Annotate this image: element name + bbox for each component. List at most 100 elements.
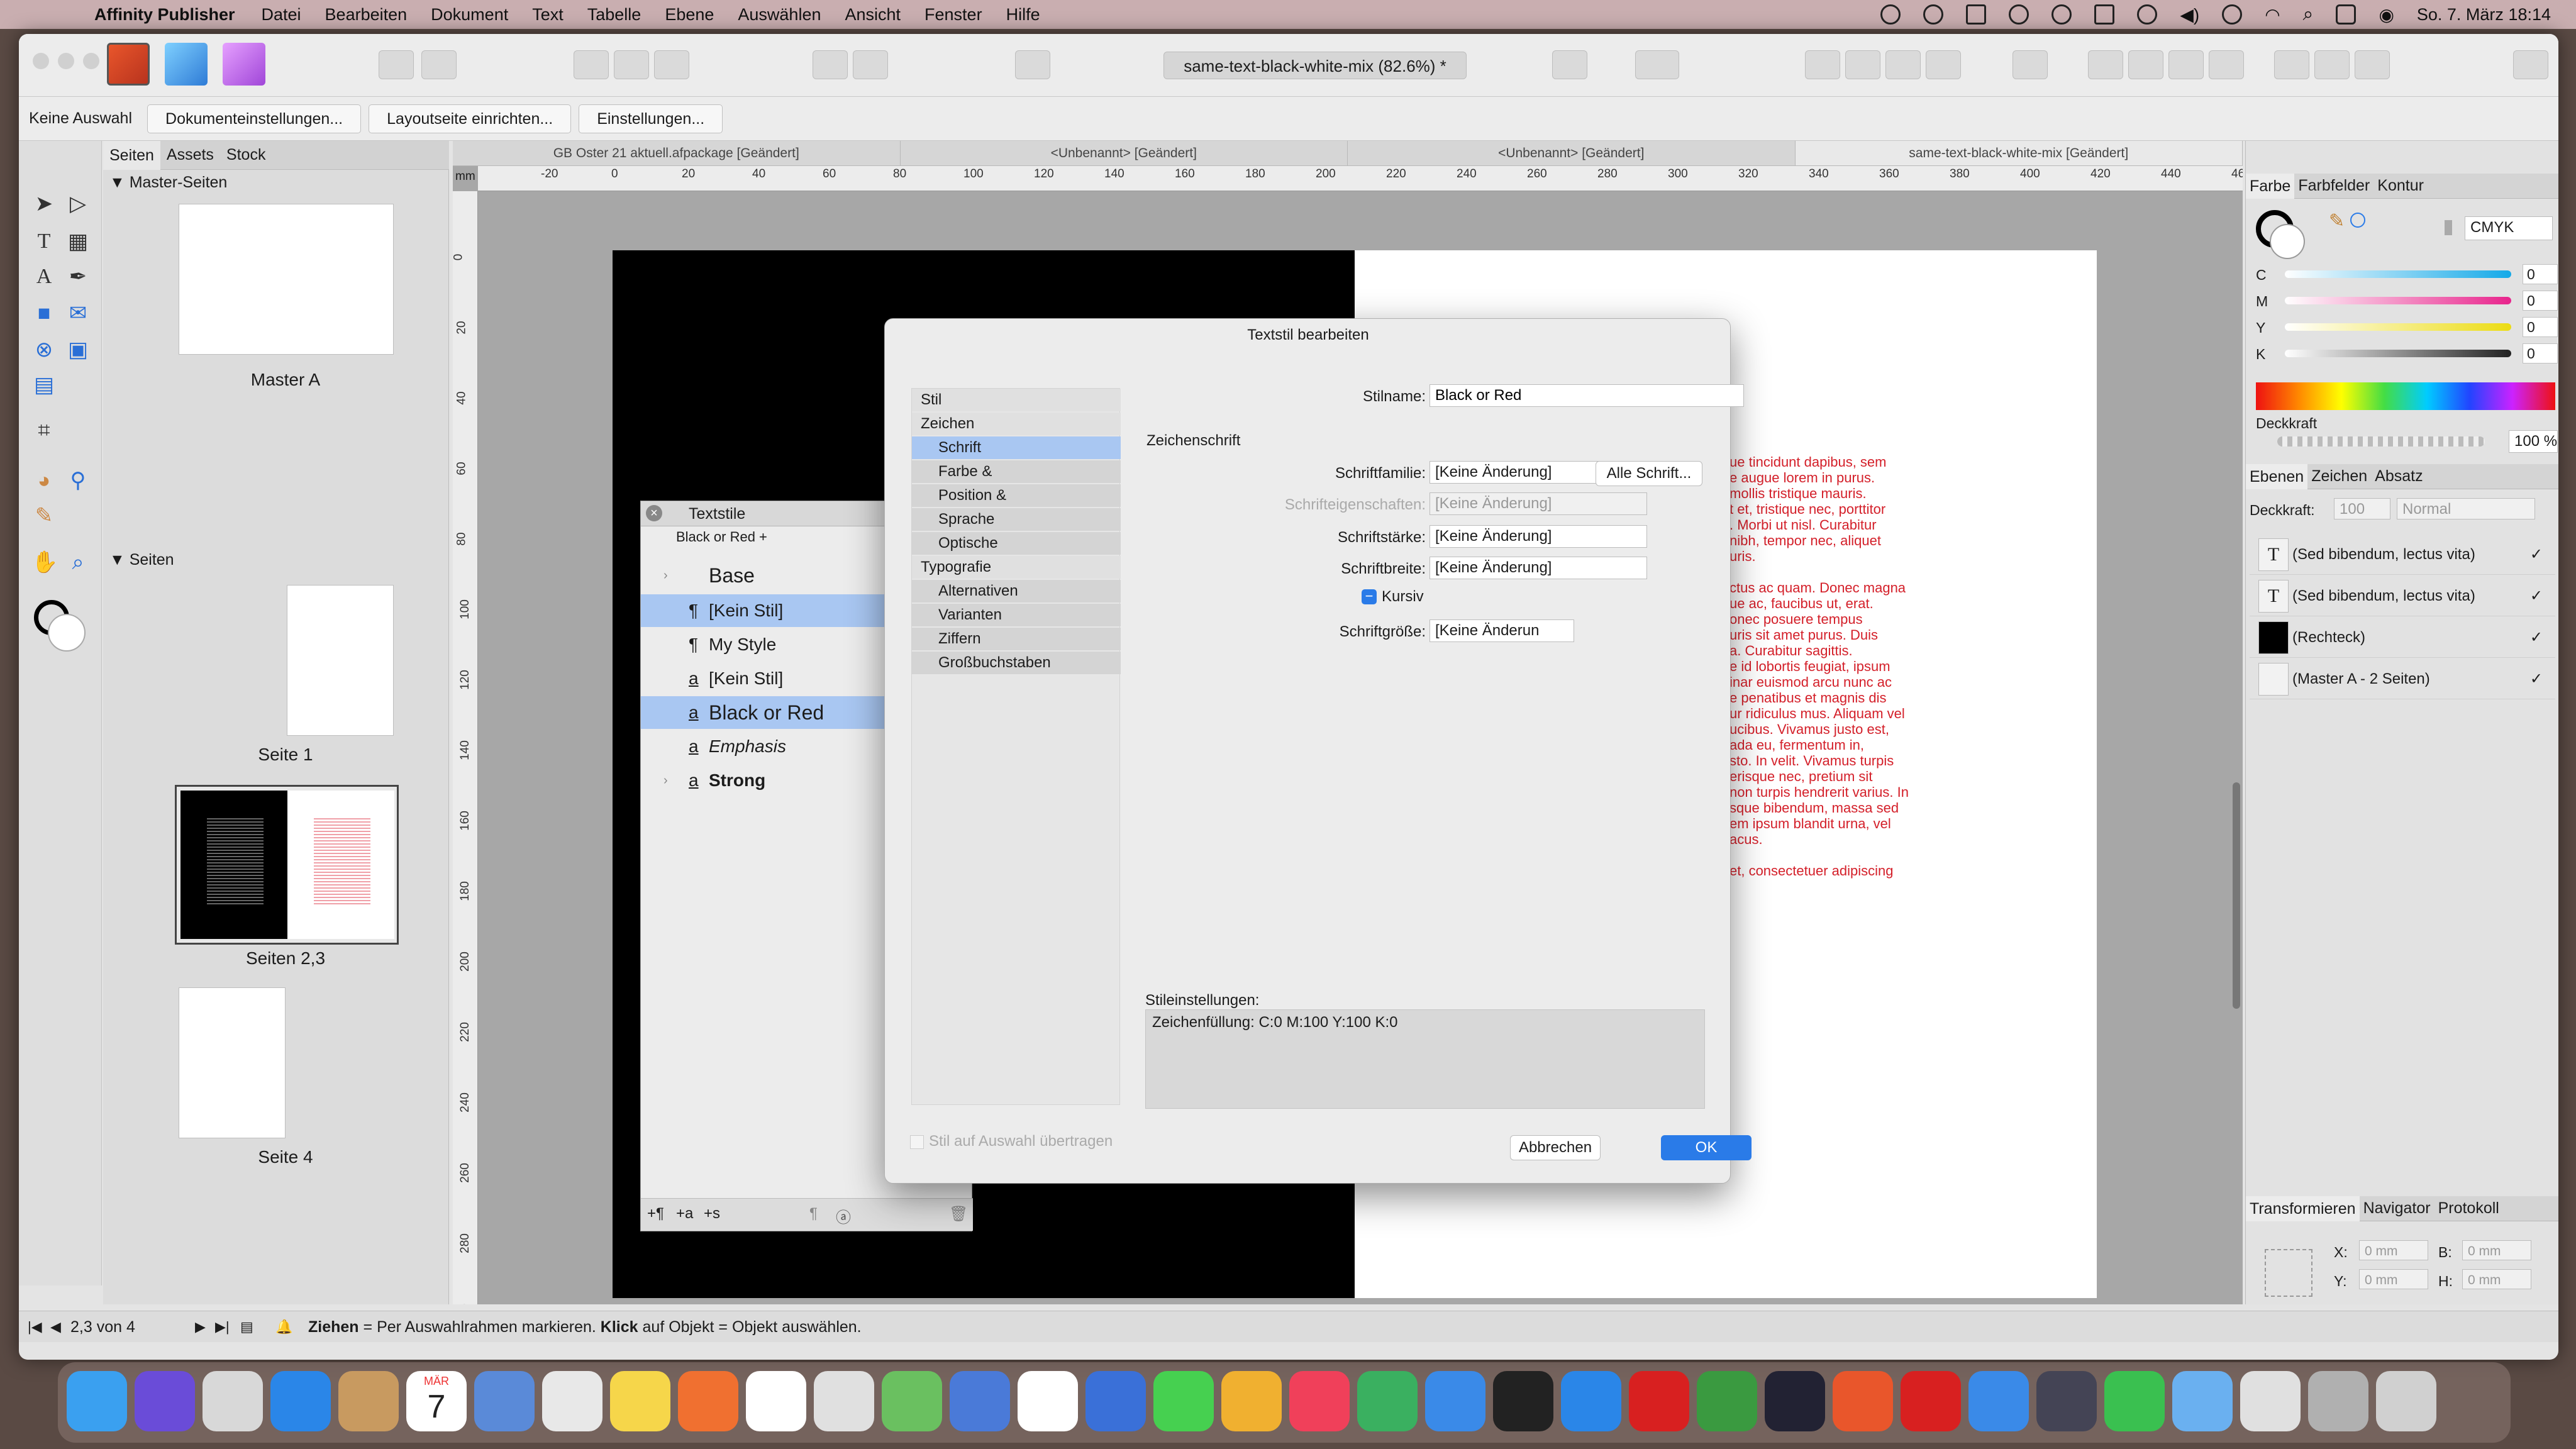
- all-fonts-button[interactable]: Alle Schrift...: [1596, 461, 1702, 486]
- volume-icon[interactable]: ◀): [2180, 4, 2199, 25]
- doc-tab-3[interactable]: <Unbenannt> [Geändert]: [1348, 141, 1796, 165]
- visibility-checkbox[interactable]: ✓: [2530, 576, 2543, 616]
- system-preferences-icon[interactable]: [1085, 1371, 1146, 1431]
- menu-tabelle[interactable]: Tabelle: [587, 5, 641, 25]
- zoom-tool-icon[interactable]: ⌕: [65, 550, 91, 575]
- category-item[interactable]: Stil: [912, 389, 1121, 411]
- xcode-icon[interactable]: [2240, 1371, 2301, 1431]
- publisher-p-icon[interactable]: [1697, 1371, 1757, 1431]
- style-emphasis[interactable]: Emphasis: [709, 730, 786, 763]
- cancel-button[interactable]: Abbrechen: [1510, 1135, 1601, 1160]
- flip-h-icon[interactable]: [2088, 50, 2123, 79]
- tab-seiten[interactable]: Seiten: [103, 140, 160, 170]
- next-page-icon[interactable]: ▶: [195, 1311, 206, 1343]
- paragraph-filter-icon[interactable]: ¶: [809, 1205, 818, 1223]
- align-icon[interactable]: [1805, 50, 1840, 79]
- snapping-magnet-icon[interactable]: [1635, 50, 1679, 79]
- spread-2-3-thumbnail[interactable]: [175, 785, 399, 945]
- firefox-icon[interactable]: [678, 1371, 738, 1431]
- control-center-icon[interactable]: [2336, 4, 2357, 25]
- doc-tab-4[interactable]: same-text-black-white-mix [Geändert]: [1795, 141, 2243, 165]
- vertical-ruler[interactable]: 0204060801001201401601802002202402602803…: [453, 191, 478, 1304]
- account-icon[interactable]: [2513, 50, 2548, 79]
- boolean-intersect-icon[interactable]: [2355, 50, 2390, 79]
- ok-button[interactable]: OK: [1661, 1135, 1752, 1160]
- app-menu[interactable]: Affinity Publisher: [94, 5, 235, 25]
- layer-opacity-input[interactable]: 100: [2334, 498, 2390, 519]
- arrange-front-icon[interactable]: [1845, 50, 1880, 79]
- maps-icon[interactable]: [882, 1371, 942, 1431]
- chevron-right-icon[interactable]: ›: [663, 764, 668, 797]
- height-input[interactable]: 0 mm: [2462, 1269, 2531, 1289]
- rotate-2-icon[interactable]: [2209, 50, 2244, 79]
- tab-farbfelder[interactable]: Farbfelder: [2294, 177, 2373, 195]
- arrange-icon[interactable]: [1926, 50, 1961, 79]
- arrange-back-icon[interactable]: [1885, 50, 1921, 79]
- status-drive-icon[interactable]: [2009, 4, 2029, 25]
- x-input[interactable]: 0 mm: [2359, 1240, 2428, 1260]
- page-indicator[interactable]: 2,3 von 4: [70, 1311, 135, 1343]
- channel-value[interactable]: 0: [2523, 317, 2558, 337]
- color-wheel-icon[interactable]: [2350, 213, 2365, 228]
- pages-icon[interactable]: [1221, 1371, 1282, 1431]
- font-size-select[interactable]: [Keine Änderun: [1430, 619, 1574, 642]
- view-mode-2-icon[interactable]: [614, 50, 649, 79]
- camera-icon[interactable]: [2036, 1371, 2097, 1431]
- window-close-button[interactable]: [33, 53, 49, 69]
- table-frame-tool-icon[interactable]: ▤: [31, 372, 57, 397]
- move-tool-icon[interactable]: ➤: [31, 191, 57, 216]
- music-icon[interactable]: [1289, 1371, 1350, 1431]
- page-4-thumbnail[interactable]: [179, 987, 286, 1138]
- keynote-icon[interactable]: [1425, 1371, 1485, 1431]
- red-text-frame[interactable]: ue tincidunt dapibus, sem e augue lorem i…: [1729, 454, 1943, 879]
- fill-swatch[interactable]: [2270, 224, 2305, 259]
- texts-icon[interactable]: [1629, 1371, 1689, 1431]
- master-a-thumbnail[interactable]: [179, 204, 394, 355]
- affinity-designer-icon[interactable]: [1765, 1371, 1825, 1431]
- menu-fenster[interactable]: Fenster: [924, 5, 982, 25]
- tab-farbe[interactable]: Farbe: [2246, 173, 2295, 199]
- font-weight-select[interactable]: [Keine Änderung]: [1430, 525, 1647, 548]
- flip-v-icon[interactable]: [2128, 50, 2163, 79]
- menu-text[interactable]: Text: [532, 5, 564, 25]
- style-kein-stil-character[interactable]: [Kein Stil]: [709, 662, 783, 695]
- wifi-icon[interactable]: ◠: [2265, 4, 2280, 25]
- pin-icon[interactable]: [813, 50, 848, 79]
- category-item[interactable]: Großbuchstaben: [912, 652, 1121, 674]
- style-strong[interactable]: Strong: [709, 764, 765, 797]
- safari-icon[interactable]: [270, 1371, 331, 1431]
- current-style[interactable]: Black or Red +: [676, 529, 767, 545]
- tab-kontur[interactable]: Kontur: [2373, 177, 2428, 195]
- opacity-slider[interactable]: [2277, 436, 2485, 447]
- new-group-style-icon[interactable]: +s: [704, 1205, 720, 1223]
- calendar-icon[interactable]: MÄR 7: [406, 1371, 467, 1431]
- font-width-select[interactable]: [Keine Änderung]: [1430, 557, 1647, 579]
- preflight-warning-icon[interactable]: 🔔: [275, 1311, 292, 1343]
- rotate-icon[interactable]: [2168, 50, 2204, 79]
- tab-protokoll[interactable]: Protokoll: [2434, 1199, 2503, 1218]
- menu-hilfe[interactable]: Hilfe: [1006, 5, 1040, 25]
- tab-transformieren[interactable]: Transformieren: [2246, 1196, 2360, 1221]
- category-item[interactable]: Varianten: [912, 604, 1121, 626]
- status-display-icon[interactable]: [2094, 4, 2115, 25]
- style-black-or-red[interactable]: Black or Red: [709, 696, 824, 729]
- crop-tool-icon[interactable]: ⌗: [31, 418, 57, 443]
- photo-booth-icon[interactable]: [2308, 1371, 2368, 1431]
- y-input[interactable]: 0 mm: [2359, 1269, 2428, 1289]
- style-my-style[interactable]: My Style: [709, 628, 776, 661]
- table-tool-icon[interactable]: ▦: [65, 229, 91, 254]
- doc-tab-2[interactable]: <Unbenannt> [Geändert]: [901, 141, 1348, 165]
- downloads-icon[interactable]: [2172, 1371, 2233, 1431]
- layer-row[interactable]: T (Sed bibendum, lectus vita) ✓: [2250, 576, 2555, 616]
- color-picker-tool-icon[interactable]: ✎: [31, 503, 57, 528]
- anchor-grid[interactable]: [2265, 1249, 2312, 1297]
- color-model-select[interactable]: CMYK: [2465, 216, 2553, 240]
- text-frame-tool-icon[interactable]: T: [31, 229, 57, 254]
- opacity-input[interactable]: 100 %: [2509, 430, 2558, 453]
- channel-value[interactable]: 0: [2523, 343, 2558, 364]
- prev-page-icon[interactable]: ◀: [50, 1311, 61, 1343]
- tab-zeichen[interactable]: Zeichen: [2307, 467, 2371, 486]
- mail-icon[interactable]: [1968, 1371, 2029, 1431]
- acrobat-icon[interactable]: [1901, 1371, 1961, 1431]
- ellipse-frame-tool-icon[interactable]: ⊗: [31, 337, 57, 362]
